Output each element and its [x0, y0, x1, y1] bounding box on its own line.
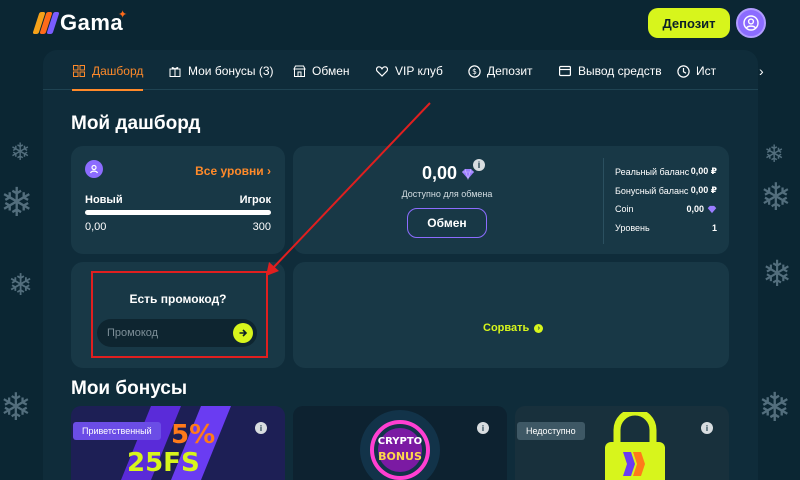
- bonus-percent: 5%: [171, 420, 216, 450]
- crypto-bonus-label: BONUS: [378, 450, 422, 463]
- info-icon[interactable]: i: [477, 422, 489, 434]
- info-icon[interactable]: i: [701, 422, 713, 434]
- bonuses-title: Мои бонусы: [71, 378, 188, 399]
- bonus-card-locked[interactable]: Недоступно i: [515, 406, 729, 480]
- bonus-card-crypto[interactable]: CRYPTO BONUS i: [293, 406, 507, 480]
- crypto-label: CRYPTO: [377, 436, 423, 447]
- lock-icon: [605, 412, 665, 480]
- bonus-freespins: 25FS: [127, 448, 200, 478]
- bonus-badge: Приветственный: [73, 422, 161, 440]
- info-icon[interactable]: i: [255, 422, 267, 434]
- bonus-badge: Недоступно: [517, 422, 585, 440]
- bonus-card-welcome[interactable]: Приветственный i 5% 25FS: [71, 406, 285, 480]
